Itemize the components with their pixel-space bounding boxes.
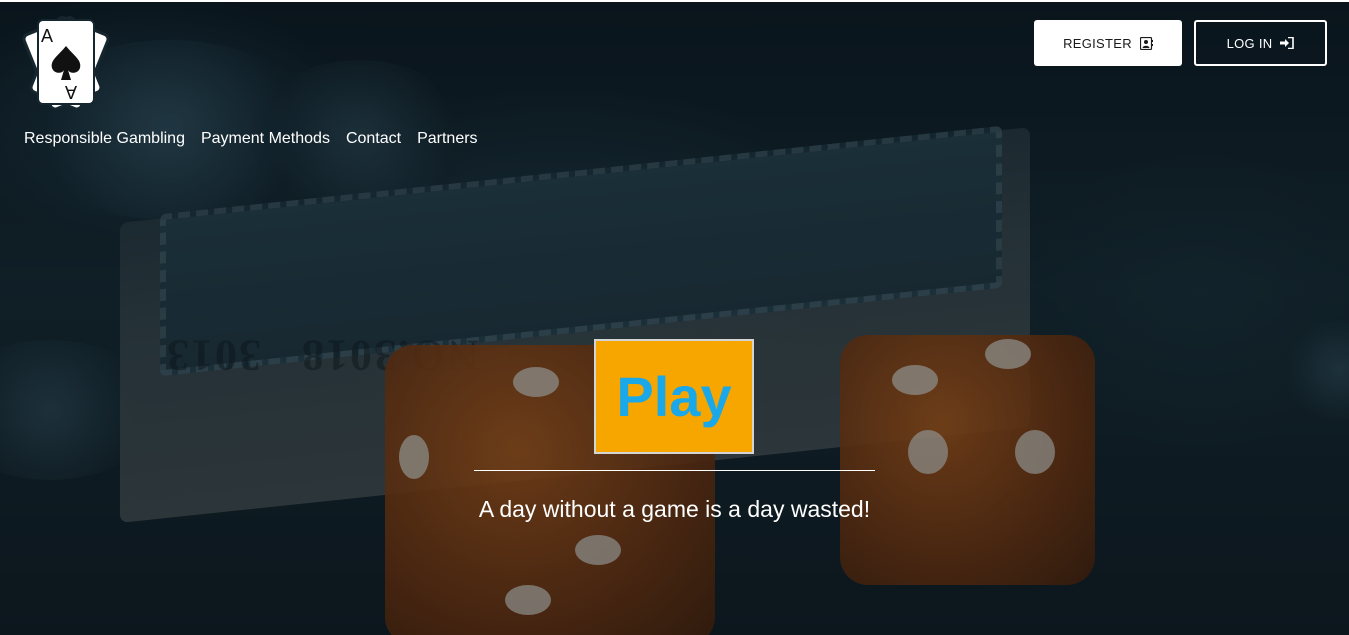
spade-card-icon: A A bbox=[22, 16, 110, 111]
address-card-icon bbox=[1139, 36, 1153, 50]
landing-page: NO.3018 3013 A A Responsible Gambling Pa… bbox=[0, 0, 1349, 635]
nav-link-payment-methods[interactable]: Payment Methods bbox=[201, 130, 330, 148]
register-button[interactable]: REGISTER bbox=[1034, 20, 1182, 66]
background-image: NO.3018 3013 bbox=[0, 0, 1349, 635]
main-nav: Responsible Gambling Payment Methods Con… bbox=[24, 130, 478, 148]
register-button-label: REGISTER bbox=[1063, 35, 1132, 51]
site-logo[interactable]: A A bbox=[14, 12, 118, 116]
sign-in-icon bbox=[1280, 37, 1295, 49]
login-button[interactable]: LOG IN bbox=[1194, 20, 1327, 66]
play-button-label: Play bbox=[616, 365, 732, 428]
nav-link-contact[interactable]: Contact bbox=[346, 130, 401, 148]
hero-divider bbox=[474, 470, 875, 471]
hero-tagline: A day without a game is a day wasted! bbox=[478, 496, 871, 522]
top-border bbox=[0, 0, 1349, 2]
svg-text:A: A bbox=[65, 82, 77, 102]
nav-link-partners[interactable]: Partners bbox=[417, 130, 477, 148]
play-button[interactable]: Play bbox=[594, 339, 754, 454]
svg-text:A: A bbox=[41, 26, 53, 46]
nav-link-responsible-gambling[interactable]: Responsible Gambling bbox=[24, 130, 185, 148]
login-button-label: LOG IN bbox=[1226, 35, 1273, 51]
